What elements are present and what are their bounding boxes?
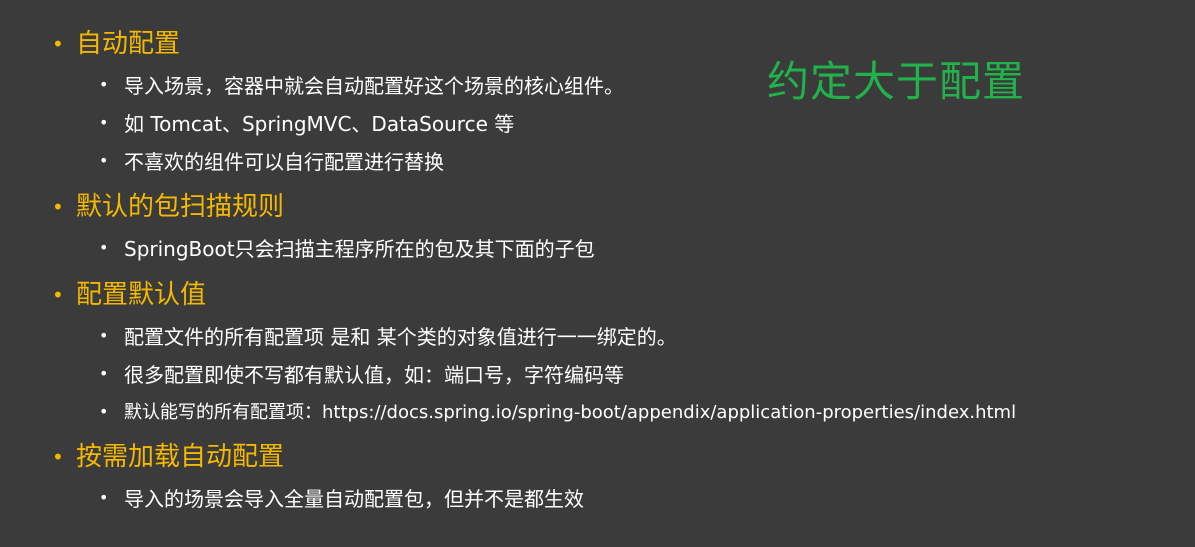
bullet-icon: •	[99, 112, 109, 132]
bullet-icon: •	[52, 283, 64, 307]
list-item-text: SpringBoot只会扫描主程序所在的包及其下面的子包	[124, 236, 595, 261]
section-title-text: 自动配置	[76, 29, 181, 59]
section-title-text: 默认的包扫描规则	[76, 192, 285, 222]
list-item-text: 不喜欢的组件可以自行配置进行替换	[124, 149, 444, 174]
item-list: • 配置文件的所有配置项 是和 某个类的对象值进行一一绑定的。 • 很多配置即使…	[52, 316, 1016, 430]
item-list: • 导入场景，容器中就会自动配置好这个场景的核心组件。 • 如 Tomcat、S…	[52, 65, 624, 179]
section-auto-config: • 自动配置 • 导入场景，容器中就会自动配置好这个场景的核心组件。 • 如 T…	[52, 27, 624, 179]
list-item: • SpringBoot只会扫描主程序所在的包及其下面的子包	[52, 228, 595, 266]
bullet-icon: •	[52, 32, 64, 56]
section-title-text: 按需加载自动配置	[76, 442, 285, 472]
bullet-icon: •	[52, 445, 64, 469]
list-item: • 如 Tomcat、SpringMVC、DataSource 等	[52, 103, 624, 141]
item-list: • 导入的场景会导入全量自动配置包，但并不是都生效	[52, 478, 584, 516]
list-item: • 默认能写的所有配置项：https://docs.spring.io/spri…	[52, 392, 1016, 430]
slide: • 自动配置 • 导入场景，容器中就会自动配置好这个场景的核心组件。 • 如 T…	[0, 0, 1195, 547]
section-title: • 自动配置	[52, 27, 624, 61]
section-title: • 配置默认值	[52, 278, 1016, 312]
list-item-text: 配置文件的所有配置项 是和 某个类的对象值进行一一绑定的。	[124, 324, 677, 349]
section-title: • 按需加载自动配置	[52, 440, 584, 474]
list-item: • 配置文件的所有配置项 是和 某个类的对象值进行一一绑定的。	[52, 316, 1016, 354]
callout-text: 约定大于配置	[767, 57, 1026, 106]
list-item: • 很多配置即使不写都有默认值，如：端口号，字符编码等	[52, 354, 1016, 392]
list-item-text: 默认能写的所有配置项：https://docs.spring.io/spring…	[124, 402, 1017, 423]
list-item: • 导入场景，容器中就会自动配置好这个场景的核心组件。	[52, 65, 624, 103]
section-default-values: • 配置默认值 • 配置文件的所有配置项 是和 某个类的对象值进行一一绑定的。 …	[52, 278, 1016, 430]
section-title: • 默认的包扫描规则	[52, 190, 595, 224]
bullet-icon: •	[99, 325, 109, 345]
section-package-scan: • 默认的包扫描规则 • SpringBoot只会扫描主程序所在的包及其下面的子…	[52, 190, 595, 266]
bullet-icon: •	[99, 363, 109, 383]
section-title-text: 配置默认值	[76, 280, 207, 310]
bullet-icon: •	[99, 237, 109, 257]
list-item-text: 很多配置即使不写都有默认值，如：端口号，字符编码等	[124, 362, 624, 387]
bullet-icon: •	[99, 150, 109, 170]
section-on-demand-loading: • 按需加载自动配置 • 导入的场景会导入全量自动配置包，但并不是都生效	[52, 440, 584, 516]
item-list: • SpringBoot只会扫描主程序所在的包及其下面的子包	[52, 228, 595, 266]
list-item: • 导入的场景会导入全量自动配置包，但并不是都生效	[52, 478, 584, 516]
list-item-text: 如 Tomcat、SpringMVC、DataSource 等	[124, 111, 515, 136]
list-item-text: 导入场景，容器中就会自动配置好这个场景的核心组件。	[124, 73, 624, 98]
bullet-icon: •	[99, 487, 109, 507]
list-item-text: 导入的场景会导入全量自动配置包，但并不是都生效	[124, 486, 584, 511]
bullet-icon: •	[52, 195, 64, 219]
bullet-icon: •	[99, 401, 109, 421]
bullet-icon: •	[99, 74, 109, 94]
list-item: • 不喜欢的组件可以自行配置进行替换	[52, 141, 624, 179]
